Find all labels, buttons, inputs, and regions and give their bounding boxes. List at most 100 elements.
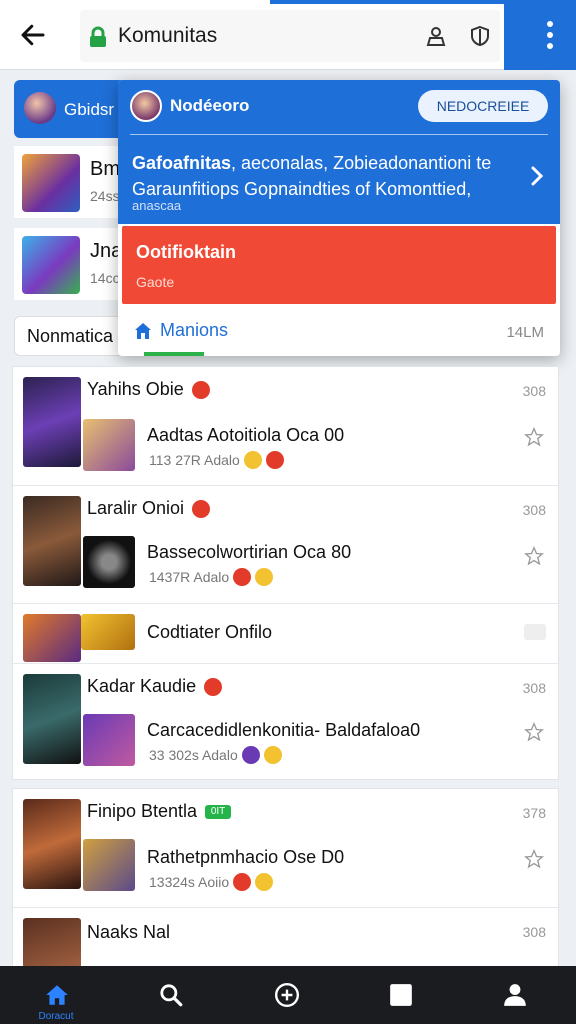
avatar <box>24 92 56 124</box>
star-icon[interactable] <box>524 722 544 742</box>
game-logo <box>81 614 135 650</box>
list-item[interactable]: Codtiater Onfilo <box>13 603 560 663</box>
post-thumbnail <box>83 714 135 766</box>
post-count: 378 <box>522 805 546 821</box>
community-chip[interactable]: Gbidsr <box>14 80 134 138</box>
chip-label: Gbidsr <box>64 100 115 119</box>
post-title: Aadtas Aotoitiola Oca 00 <box>147 425 345 445</box>
size-label: 14LM <box>506 324 544 341</box>
list-item[interactable]: Kadar Kaudie 308 Carcacedidlenkonitia- B… <box>13 663 560 781</box>
game-thumbnail <box>22 154 80 212</box>
community-popup: Nodéeoro NEDOCREIEE Gafoafnitas, aeconal… <box>118 80 560 356</box>
account-icon[interactable] <box>424 24 448 48</box>
post-thumbnail <box>83 419 135 471</box>
game-thumbnail <box>23 377 81 467</box>
popup-header[interactable]: Nodéeoro NEDOCREIEE Gafoafnitas, aeconal… <box>118 80 560 224</box>
list-item[interactable]: Yahihs Obie 308 Aadtas Aotoitiola Oca 00… <box>13 367 560 485</box>
popup-title: Gafoafnitas, aeconalas, Zobieadonantioni… <box>132 150 522 202</box>
purple-emoji-icon <box>241 746 260 764</box>
game-thumbnail <box>23 918 81 968</box>
header-badge[interactable]: NEDOCREIEE <box>418 90 548 122</box>
user-name: Nodéeoro <box>170 96 250 115</box>
smile-emoji-icon <box>255 873 274 891</box>
square-icon <box>390 984 412 1006</box>
list-item[interactable]: Naaks Nal 308 <box>13 907 560 968</box>
tab-manions[interactable]: Manions <box>134 320 228 341</box>
group-name: Naaks Nal <box>87 922 171 942</box>
divider <box>130 134 548 135</box>
feed-card: Yahihs Obie 308 Aadtas Aotoitiola Oca 00… <box>12 366 560 781</box>
post-meta: 33 302s Adalo <box>149 746 282 764</box>
card-sub: 14cc <box>90 270 120 286</box>
game-thumbnail <box>23 496 81 586</box>
card-sub: 24ss <box>90 188 120 204</box>
back-arrow-icon[interactable] <box>18 20 48 50</box>
nav-label: Doracut <box>38 1011 74 1022</box>
nav-create[interactable] <box>246 966 326 1024</box>
chevron-right-icon[interactable] <box>530 166 544 186</box>
shield-icon[interactable] <box>468 24 492 48</box>
bottom-navigation: Doracut <box>0 966 576 1024</box>
post-count: 308 <box>522 924 546 940</box>
smile-emoji-icon <box>243 451 262 469</box>
nav-profile[interactable] <box>474 966 554 1024</box>
more-vert-icon[interactable] <box>546 20 554 50</box>
angry-emoji-icon <box>233 873 252 891</box>
post-count: 308 <box>522 680 546 696</box>
nav-square[interactable] <box>360 966 440 1024</box>
alert-subtitle: Gaote <box>136 274 175 290</box>
toggle-switch[interactable] <box>524 624 546 640</box>
add-circle-icon <box>274 982 300 1008</box>
verified-badge <box>192 499 211 518</box>
home-icon <box>46 985 68 1005</box>
popup-subtitle: anascaa <box>132 198 182 213</box>
game-thumbnail <box>23 799 81 889</box>
search-icon <box>160 984 183 1007</box>
pill-label: Nonmatica <box>27 326 114 346</box>
group-header: Laralir Onioi <box>87 498 211 519</box>
user-avatar <box>130 90 162 122</box>
nav-search[interactable] <box>130 966 210 1024</box>
post-title: Bassecolwortirian Oca 80 <box>147 542 352 562</box>
post-title: Rathetpnmhacio Ose D0 <box>147 847 345 867</box>
star-icon[interactable] <box>524 849 544 869</box>
online-badge: 0IT <box>205 804 232 819</box>
alert-title: Ootifioktain <box>136 242 236 262</box>
heart-emoji-icon <box>265 451 284 469</box>
filter-pill[interactable]: Nonmatica <box>14 316 134 356</box>
list-item[interactable]: Finipo Btentla 0IT 378 Rathetpnmhacio Os… <box>13 789 560 907</box>
smile-emoji-icon <box>263 746 282 764</box>
lock-icon <box>90 26 106 47</box>
verified-badge <box>191 380 210 399</box>
url-text: Komunitas <box>118 24 218 47</box>
smile-emoji-icon <box>255 568 274 586</box>
post-thumbnail <box>83 536 135 588</box>
angry-emoji-icon <box>233 568 252 586</box>
tab-underline <box>144 352 204 356</box>
post-title: Carcacedidlenkonitia- Baldafaloa0 <box>147 720 421 740</box>
feed-card: Finipo Btentla 0IT 378 Rathetpnmhacio Os… <box>12 788 560 968</box>
group-header: Yahihs Obie <box>87 379 210 400</box>
nav-home[interactable]: Doracut <box>16 966 96 1024</box>
popup-title-bold: Gafoafnitas <box>132 153 232 173</box>
card-title: Bm <box>90 158 120 180</box>
post-thumbnail <box>83 839 135 891</box>
game-thumbnail <box>23 614 81 662</box>
group-name: Yahihs Obie <box>87 379 184 399</box>
star-icon[interactable] <box>524 427 544 447</box>
meta-text: 33 302s Adalo <box>149 747 238 763</box>
game-thumbnail <box>23 674 81 764</box>
group-name: Laralir Onioi <box>87 498 185 518</box>
url-field[interactable]: Komunitas <box>80 10 500 62</box>
verified-badge <box>204 677 223 696</box>
profile-icon <box>504 984 526 1006</box>
post-meta: 1437R Adalo <box>149 568 274 586</box>
tab-label: Manions <box>160 320 229 340</box>
meta-text: 113 27R Adalo <box>149 452 240 468</box>
group-name: Kadar Kaudie <box>87 676 197 696</box>
star-icon[interactable] <box>524 546 544 566</box>
post-count: 308 <box>522 383 546 399</box>
notification-alert[interactable]: Ootifioktain Gaote <box>122 226 556 304</box>
list-item[interactable]: Laralir Onioi 308 Bassecolwortirian Oca … <box>13 485 560 603</box>
post-meta: 13324s Aoiio <box>149 873 274 891</box>
